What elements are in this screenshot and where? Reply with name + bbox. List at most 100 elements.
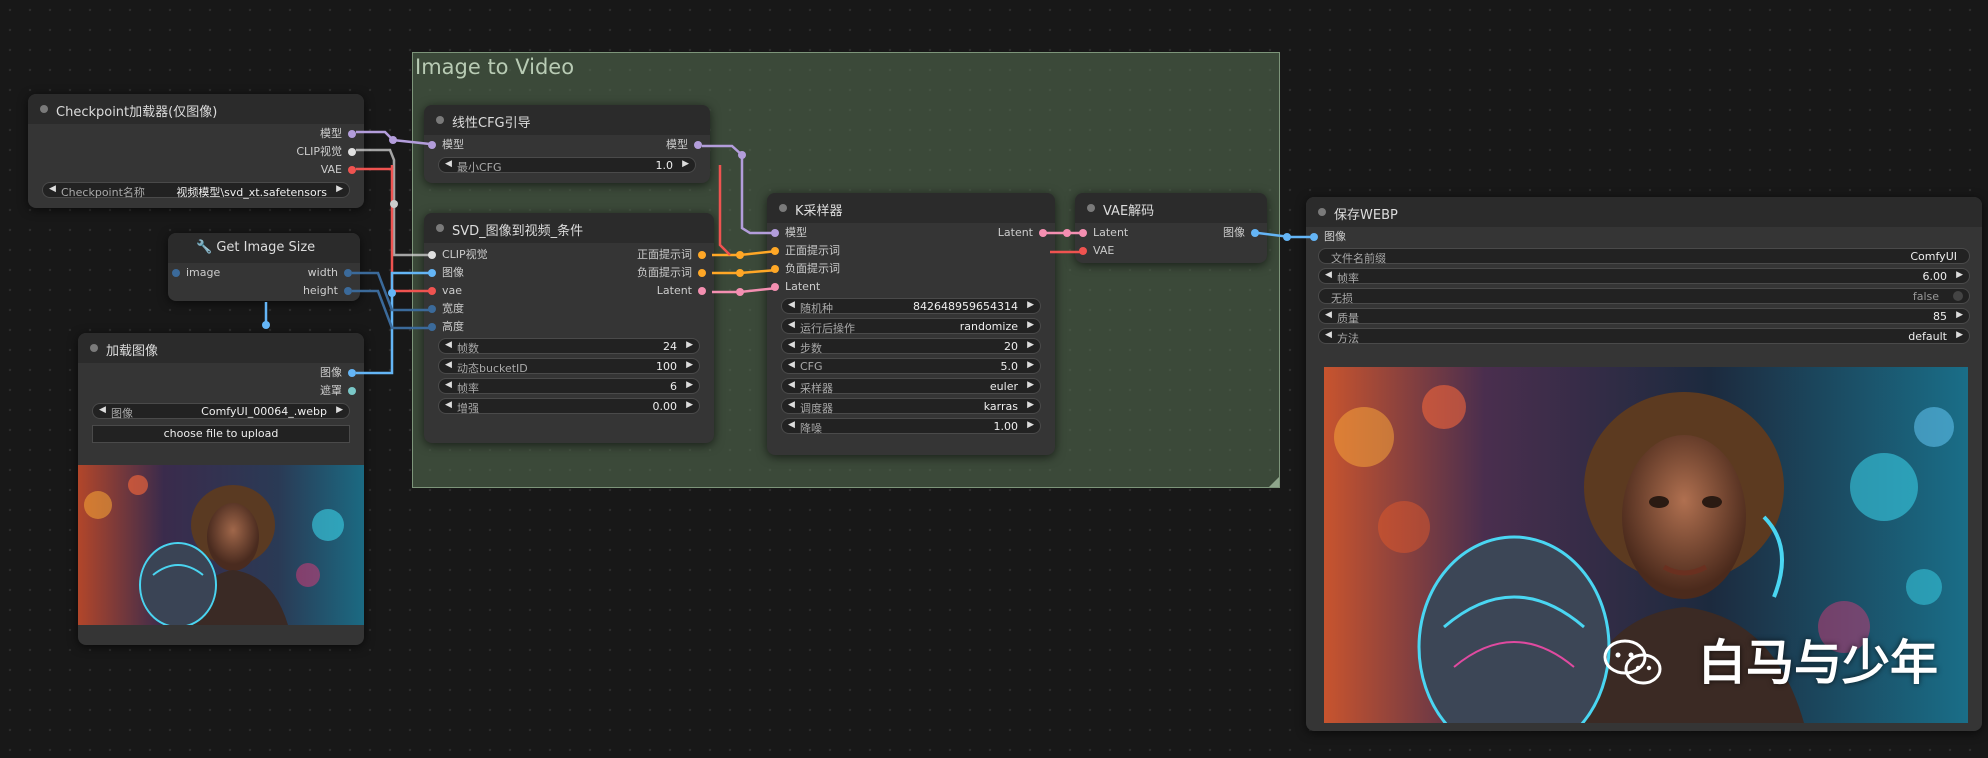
arrow-left-icon[interactable]: ◀ — [445, 360, 452, 370]
output-pin[interactable] — [348, 369, 356, 377]
arrow-right-icon[interactable]: ▶ — [336, 405, 343, 415]
output-pin[interactable] — [1039, 229, 1047, 237]
node-get-image-size[interactable]: 🔧 Get Image Size image width height — [168, 233, 360, 301]
input-pin[interactable] — [428, 305, 436, 313]
upload-button[interactable]: choose file to upload — [92, 425, 350, 443]
output-mask[interactable]: 遮罩 — [320, 384, 356, 398]
input-pin[interactable] — [428, 141, 436, 149]
input-height[interactable]: 高度 — [428, 320, 464, 334]
output-pin[interactable] — [698, 287, 706, 295]
fps-number[interactable]: ◀ 帧率 6 ▶ — [438, 378, 700, 395]
arrow-right-icon[interactable]: ▶ — [1027, 420, 1034, 430]
input-image[interactable]: 图像 — [428, 266, 464, 280]
arrow-right-icon[interactable]: ▶ — [1027, 400, 1034, 410]
input-pin[interactable] — [428, 323, 436, 331]
output-vae[interactable]: VAE — [321, 163, 356, 177]
input-pin[interactable] — [1079, 229, 1087, 237]
input-latent[interactable]: Latent — [771, 280, 820, 294]
arrow-right-icon[interactable]: ▶ — [1027, 300, 1034, 310]
arrow-left-icon[interactable]: ◀ — [788, 380, 795, 390]
output-clip-vision[interactable]: CLIP视觉 — [296, 145, 356, 159]
arrow-left-icon[interactable]: ◀ — [445, 400, 452, 410]
arrow-right-icon[interactable]: ▶ — [1027, 340, 1034, 350]
denoise-number[interactable]: ◀ 降噪 1.00 ▶ — [781, 418, 1041, 435]
quality-number[interactable]: ◀ 质量 85 ▶ — [1318, 308, 1970, 325]
input-pin[interactable] — [428, 269, 436, 277]
arrow-right-icon[interactable]: ▶ — [1027, 360, 1034, 370]
input-model[interactable]: 模型 — [428, 138, 464, 152]
arrow-left-icon[interactable]: ◀ — [445, 380, 452, 390]
output-positive[interactable]: 正面提示词 — [637, 248, 706, 262]
output-pin[interactable] — [698, 251, 706, 259]
motion-bucket-number[interactable]: ◀ 动态bucketID 100 ▶ — [438, 358, 700, 375]
collapse-dot[interactable] — [1087, 204, 1095, 212]
input-images[interactable]: 图像 — [1310, 230, 1346, 244]
node-vae-decode[interactable]: VAE解码 Latent VAE 图像 — [1075, 193, 1267, 263]
node-header[interactable]: 线性CFG引导 — [424, 105, 710, 135]
arrow-left-icon[interactable]: ◀ — [445, 340, 452, 350]
node-header[interactable]: VAE解码 — [1075, 193, 1267, 223]
input-pin[interactable] — [1079, 247, 1087, 255]
output-negative[interactable]: 负面提示词 — [637, 266, 706, 280]
input-pin[interactable] — [172, 269, 180, 277]
arrow-left-icon[interactable]: ◀ — [788, 300, 795, 310]
output-height[interactable]: height — [303, 284, 352, 298]
collapse-dot[interactable] — [436, 116, 444, 124]
node-header[interactable]: SVD_图像到视频_条件 — [424, 213, 714, 243]
output-width[interactable]: width — [308, 266, 352, 280]
arrow-right-icon[interactable]: ▶ — [682, 159, 689, 169]
output-image[interactable]: 图像 — [320, 366, 356, 380]
arrow-left-icon[interactable]: ◀ — [788, 420, 795, 430]
arrow-left-icon[interactable]: ◀ — [49, 184, 56, 194]
arrow-right-icon[interactable]: ▶ — [686, 360, 693, 370]
output-pin[interactable] — [698, 269, 706, 277]
input-vae[interactable]: VAE — [1079, 244, 1114, 258]
input-pin[interactable] — [771, 229, 779, 237]
input-pin[interactable] — [1310, 233, 1318, 241]
collapse-dot[interactable] — [779, 204, 787, 212]
input-positive[interactable]: 正面提示词 — [771, 244, 840, 258]
node-header[interactable]: K采样器 — [767, 193, 1055, 223]
arrow-left-icon[interactable]: ◀ — [1325, 310, 1332, 320]
frames-number[interactable]: ◀ 帧数 24 ▶ — [438, 338, 700, 355]
output-pin[interactable] — [348, 166, 356, 174]
group-resize-handle[interactable] — [1269, 477, 1279, 487]
node-load-image[interactable]: 加载图像 图像 遮罩 ◀ 图像 ComfyUI_00064_.webp ▶ ch… — [78, 333, 364, 645]
input-pin[interactable] — [428, 287, 436, 295]
node-linear-cfg-guide[interactable]: 线性CFG引导 模型 模型 ◀ 最小CFG 1.0 ▶ — [424, 105, 710, 183]
output-image[interactable]: 图像 — [1223, 226, 1259, 240]
collapse-dot[interactable] — [436, 224, 444, 232]
method-combo[interactable]: ◀ 方法 default ▶ — [1318, 328, 1970, 345]
arrow-left-icon[interactable]: ◀ — [788, 340, 795, 350]
output-model[interactable]: 模型 — [320, 127, 356, 141]
node-ksampler[interactable]: K采样器 模型 正面提示词 负面提示词 Latent Latent ◀ 随机种 … — [767, 193, 1055, 455]
control-after-generate-combo[interactable]: ◀ 运行后操作 randomize ▶ — [781, 318, 1041, 335]
output-model[interactable]: 模型 — [666, 138, 702, 152]
arrow-left-icon[interactable]: ◀ — [788, 360, 795, 370]
arrow-right-icon[interactable]: ▶ — [686, 340, 693, 350]
arrow-right-icon[interactable]: ▶ — [1956, 330, 1963, 340]
input-vae[interactable]: vae — [428, 284, 462, 298]
output-pin[interactable] — [344, 269, 352, 277]
collapse-dot[interactable] — [90, 344, 98, 352]
node-header[interactable]: 🔧 Get Image Size — [168, 233, 360, 263]
input-image[interactable]: image — [172, 266, 220, 280]
arrow-left-icon[interactable]: ◀ — [788, 400, 795, 410]
arrow-right-icon[interactable]: ▶ — [1027, 320, 1034, 330]
node-svd-img2vid-conditioning[interactable]: SVD_图像到视频_条件 CLIP视觉 图像 vae 宽度 高度 正面提示词 负… — [424, 213, 714, 443]
arrow-right-icon[interactable]: ▶ — [1956, 310, 1963, 320]
seed-number[interactable]: ◀ 随机种 842648959654314 ▶ — [781, 298, 1041, 315]
node-save-webp[interactable]: 保存WEBP 图像 文件名前缀 ComfyUI ◀ 帧率 6.00 ▶ 无损 f… — [1306, 197, 1982, 731]
sampler-combo[interactable]: ◀ 采样器 euler ▶ — [781, 378, 1041, 395]
checkpoint-name-combo[interactable]: ◀ Checkpoint名称 视频模型\svd_xt.safetensors ▶ — [42, 182, 350, 199]
arrow-right-icon[interactable]: ▶ — [1027, 380, 1034, 390]
output-pin[interactable] — [348, 387, 356, 395]
arrow-left-icon[interactable]: ◀ — [99, 405, 106, 415]
arrow-left-icon[interactable]: ◀ — [445, 159, 452, 169]
input-pin[interactable] — [771, 283, 779, 291]
min-cfg-number[interactable]: ◀ 最小CFG 1.0 ▶ — [438, 157, 696, 174]
lossless-toggle[interactable]: 无损 false — [1318, 288, 1970, 305]
augmentation-number[interactable]: ◀ 增强 0.00 ▶ — [438, 398, 700, 415]
input-width[interactable]: 宽度 — [428, 302, 464, 316]
toggle-knob[interactable] — [1953, 291, 1963, 301]
